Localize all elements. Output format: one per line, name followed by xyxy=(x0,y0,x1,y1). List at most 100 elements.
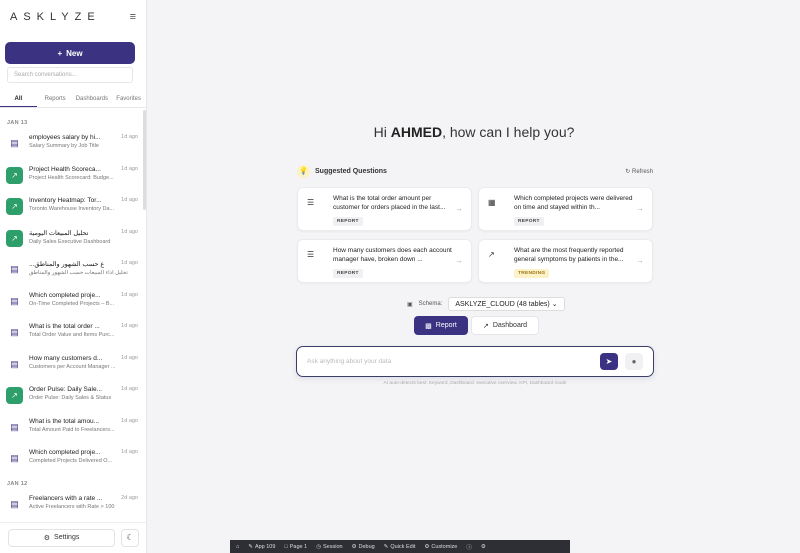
gear-icon: ⚙ xyxy=(43,534,51,542)
tab-favorites[interactable]: Favorites xyxy=(110,94,147,107)
schema-dropdown[interactable]: ASKLYZE_CLOUD (48 tables) ⌄ xyxy=(448,297,565,311)
toolbar-app[interactable]: ✎ App 109 xyxy=(248,544,275,550)
suggested-question-card[interactable]: ☰ What is the total order amount per cus… xyxy=(297,187,472,231)
sidebar: ASKLYZE ≡ + New Search conversations... … xyxy=(0,0,147,553)
conversation-subtitle: Customers per Account Manager ... xyxy=(29,363,116,370)
dark-mode-toggle[interactable]: ☾ xyxy=(121,528,139,547)
send-icon: ➤ xyxy=(605,357,613,366)
conversation-item[interactable]: ▤ ...ع حسب الشهور والمناطق 1d ago تحليل أدا… xyxy=(0,256,144,288)
chevron-down-icon: ⌄ xyxy=(551,301,558,308)
toolbar-customize[interactable]: ⚙ Customize xyxy=(424,544,457,550)
conversation-subtitle: Total Order Value and Items Purc... xyxy=(29,332,115,338)
greeting-prefix: Hi xyxy=(373,124,391,140)
conversation-subtitle: Total Amount Paid to Freelancers... xyxy=(29,426,115,433)
list-icon: ☰ xyxy=(307,198,315,207)
card-badge: TRENDING xyxy=(514,269,550,278)
refresh-icon: ↻ xyxy=(625,168,631,175)
hamburger-icon[interactable]: ≡ xyxy=(130,11,136,23)
arrow-right-icon: → xyxy=(636,204,644,213)
chart-icon: ↗ xyxy=(6,198,23,215)
ask-input-box[interactable]: Ask anything about your data ➤ ● xyxy=(296,346,654,377)
send-button[interactable]: ➤ xyxy=(600,353,618,370)
conversation-age: 1d ago xyxy=(121,134,138,140)
refresh-button[interactable]: ↻ Refresh xyxy=(625,168,653,175)
conversation-item[interactable]: ▤ Which completed proje... 1d ago On-Time C… xyxy=(0,288,144,320)
conversation-age: 1d ago xyxy=(121,228,138,235)
conversation-age: 1d ago xyxy=(121,165,138,172)
home-icon[interactable]: ⌂ xyxy=(236,544,239,550)
suggested-question-card[interactable]: ▦ Which completed projects were delivere… xyxy=(478,187,653,231)
conversation-title: What is the total amou... xyxy=(29,417,100,425)
conversation-subtitle: تحليل أداء المبيعات حسب الشهور والمناطق xyxy=(29,270,128,276)
conversation-item[interactable]: ▤ What is the total amou... 1d ago Total Am… xyxy=(0,414,144,446)
conversation-item[interactable]: ↗ Order Pulse: Daily Sale... 1d ago Order P… xyxy=(0,382,144,414)
conversation-item[interactable]: ▤ Freelancers with a rate ... 2d ago Active… xyxy=(0,491,144,517)
conversation-item[interactable]: ▤ What is the total order ... 1d ago Total … xyxy=(0,319,144,351)
conversation-title: Which completed proje... xyxy=(29,449,101,456)
settings-icon[interactable]: ⚙ xyxy=(481,544,486,550)
info-icon[interactable]: ⓘ xyxy=(466,543,472,551)
clipboard-icon: ▤ xyxy=(6,292,23,310)
conversation-subtitle: Daily Sales Executive Dashboard xyxy=(29,238,111,245)
ai-hint: AI auto-detects best: Keyword, Dashboard… xyxy=(383,381,567,386)
toolbar-debug-label: Debug xyxy=(358,543,375,550)
greeting: Hi AHMED, how can I help you? xyxy=(148,124,800,140)
toolbar-page[interactable]: □ Page 1 xyxy=(284,544,307,550)
microphone-button[interactable]: ● xyxy=(625,353,643,370)
microphone-icon: ● xyxy=(631,357,637,366)
conversation-age: 1d ago xyxy=(121,323,138,329)
toolbar-quick-edit[interactable]: ✎ Quick Edit xyxy=(384,544,416,550)
conversation-item[interactable]: ▤ Which completed proje... 1d ago Completed… xyxy=(0,445,144,477)
conversation-item[interactable]: ▤ employees salary by hi... 1d ago Salary S… xyxy=(0,130,144,162)
clipboard-icon: ▤ xyxy=(6,495,23,513)
clipboard-icon: ▤ xyxy=(6,450,23,467)
tab-dashboards[interactable]: Dashboards xyxy=(74,94,111,107)
sidebar-scrollbar[interactable] xyxy=(143,110,146,210)
suggested-questions-header: 💡 Suggested Questions ↻ Refresh xyxy=(297,164,653,178)
developer-toolbar: ⌂ ✎ App 109 □ Page 1 ◷ Session ⚙ Debug ✎… xyxy=(230,540,570,553)
date-group-header: JAN 13 xyxy=(7,120,28,126)
suggested-title: Suggested Questions xyxy=(315,167,387,175)
toolbar-quick-edit-label: Quick Edit xyxy=(390,543,416,550)
new-label: New xyxy=(66,48,83,58)
toolbar-session[interactable]: ◷ Session xyxy=(316,544,342,550)
suggested-question-card[interactable]: ☰ How many customers does each account m… xyxy=(297,239,472,283)
conversation-title: Freelancers with a rate ... xyxy=(29,494,103,502)
tab-all[interactable]: All xyxy=(0,94,37,107)
suggested-question-card[interactable]: ↗ What are the most frequently reported … xyxy=(478,239,653,283)
toolbar-debug[interactable]: ⚙ Debug xyxy=(352,544,375,550)
ask-input[interactable]: Ask anything about your data xyxy=(307,358,391,365)
plus-icon: + xyxy=(57,48,63,58)
conversation-age: 1d ago xyxy=(121,417,138,424)
conversation-age: 1d ago xyxy=(121,386,138,392)
search-input[interactable]: Search conversations... xyxy=(7,67,133,83)
user-name: AHMED xyxy=(390,124,443,140)
clipboard-icon: ▤ xyxy=(6,261,23,278)
card-question: Which completed projects were delivered … xyxy=(514,195,633,211)
lightbulb-icon: 💡 xyxy=(297,164,310,178)
settings-button[interactable]: ⚙ Settings xyxy=(8,528,116,547)
report-mode-label: Report xyxy=(435,322,457,329)
conversation-item[interactable]: ▤ How many customers d... 1d ago Customers … xyxy=(0,351,144,383)
conversation-item[interactable]: ↗ Project Health Scoreca... 1d ago Project … xyxy=(0,162,144,194)
conversation-title: Order Pulse: Daily Sale... xyxy=(29,386,102,393)
dashboard-mode-button[interactable]: ↗ Dashboard xyxy=(471,316,539,335)
main-panel: Hi AHMED, how can I help you? 💡 Suggeste… xyxy=(148,0,800,553)
conversation-age: 1d ago xyxy=(121,291,138,298)
dashboard-mode-label: Dashboard xyxy=(492,322,528,329)
greeting-suffix: , how can I help you? xyxy=(442,124,575,140)
conversation-subtitle: On-Time Completed Projects – B... xyxy=(29,300,115,307)
toolbar-app-label: App 109 xyxy=(254,543,276,550)
tab-reports[interactable]: Reports xyxy=(37,94,74,107)
card-badge: REPORT xyxy=(333,217,363,226)
conversation-list: JAN 13 ▤ employees salary by hi... 1d ago Sa… xyxy=(0,116,144,516)
clipboard-icon: ▤ xyxy=(6,355,23,373)
clipboard-icon: ▤ xyxy=(6,135,23,152)
calendar-icon: ▦ xyxy=(488,198,496,207)
report-mode-button[interactable]: ▩ Report xyxy=(414,316,468,335)
conversation-item[interactable]: ↗ Inventory Heatmap: Tor... 1d ago Toronto … xyxy=(0,193,144,225)
settings-label: Settings xyxy=(54,534,80,541)
new-conversation-button[interactable]: + New xyxy=(5,42,135,64)
clipboard-icon: ▤ xyxy=(6,324,23,341)
conversation-item[interactable]: ↗ تحليل المبيعات اليومية 1d ago Daily Sales… xyxy=(0,225,144,257)
